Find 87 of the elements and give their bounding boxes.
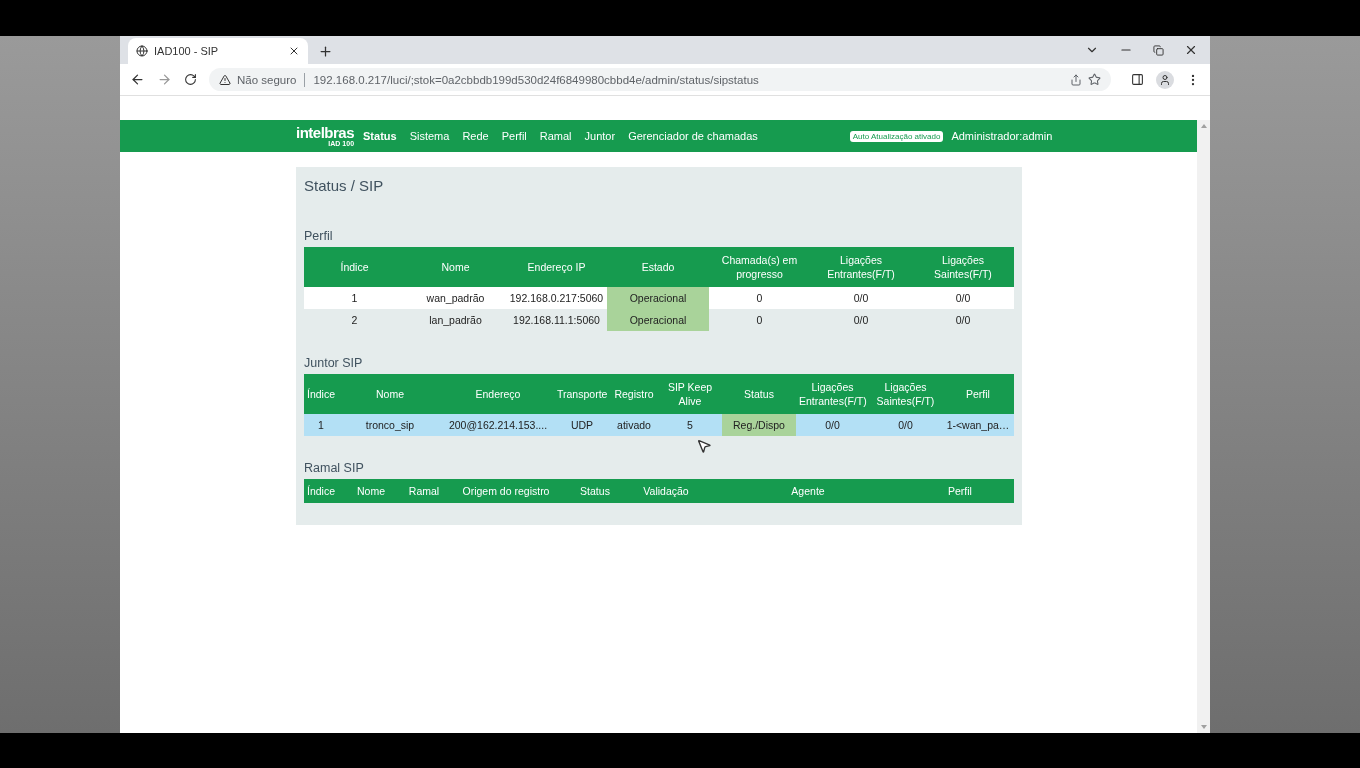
column-header: Perfil [906,479,1014,503]
table-cell: 200@162.214.153.... [442,414,554,436]
profile-button[interactable] [1156,70,1174,89]
reload-icon [184,73,197,86]
table-cell: 192.168.0.217:5060 [506,287,607,309]
restore-button[interactable] [1153,44,1164,56]
column-header: SIP Keep Alive [658,374,722,414]
nav-link[interactable]: Rede [462,130,489,142]
column-header: Endereço [442,374,554,414]
column-header: Chamada(s) em progresso [709,247,810,287]
column-header: Registro [610,374,658,414]
column-header: Estado [607,247,709,287]
table-cell: 0/0 [810,287,912,309]
column-header: Índice [304,374,338,414]
close-tab-button[interactable] [288,45,300,57]
section-title: Juntor SIP [304,356,364,370]
column-header: Nome [405,247,506,287]
table-cell: 192.168.11.1:5060 [506,309,607,331]
status-cell: Operacional [607,309,709,331]
warning-icon [219,73,231,86]
page-title: Status / SIP [304,177,385,194]
nav-link[interactable]: Ramal [539,130,572,142]
share-icon[interactable] [1070,73,1082,86]
logo-text: intelbras [296,125,355,140]
auto-update-badge: Auto Atualização ativado [849,130,944,142]
new-tab-button[interactable] [318,44,333,59]
column-header: Índice [304,479,338,503]
globe-icon [136,45,148,57]
column-header: Ligações Entrantes(F/T) [810,247,912,287]
back-button[interactable] [130,72,145,87]
nav-link[interactable]: Gerenciador de chamadas [628,130,758,142]
column-header: Agente [710,479,906,503]
table-cell: 0/0 [796,414,869,436]
side-panel-icon [1131,73,1144,86]
column-header: Ligações Saintes(F/T) [869,374,942,414]
status-cell: Reg./Dispo [722,414,796,436]
table-cell: 0 [709,287,810,309]
tab-title: IAD100 - SIP [154,45,220,57]
address-bar[interactable]: Não seguro 192.168.0.217/luci/;stok=0a2cbbdb199d530d24f6849980cbbd4e/admin/status/sipstatus [209,68,1111,91]
security-label: Não seguro [237,73,297,86]
reload-button[interactable] [184,73,197,86]
table-cell: tronco_sip [338,414,442,436]
column-header: Ligações Saintes(F/T) [912,247,1014,287]
column-header: Transporte [554,374,610,414]
close-icon [1184,43,1198,57]
column-header: Nome [338,374,442,414]
user-label: Administrador:admin [951,130,1053,142]
section-title: Perfil [304,229,334,243]
table-cell: 0/0 [912,287,1014,309]
table-cell: 5 [658,414,722,436]
person-icon [1159,73,1171,86]
bookmark-star-icon[interactable] [1088,73,1101,86]
table-cell: 0 [709,309,810,331]
column-header: Ramal [404,479,444,503]
table-cell: 1 [304,414,338,436]
column-header: Endereço IP [506,247,607,287]
browser-tab[interactable]: IAD100 - SIP [128,38,308,64]
close-icon [288,45,300,57]
scrollbar[interactable] [1197,120,1210,733]
url-text: 192.168.0.217/luci/;stok=0a2cbbdb199d530d24f6849980cbbd4e/admin/status/sipstatus [313,73,759,86]
column-header: Validação [622,479,710,503]
status-cell: Operacional [607,287,709,309]
nav-link[interactable]: Status [363,130,397,142]
column-header: Ligações Entrantes(F/T) [796,374,869,414]
column-header: Índice [304,247,405,287]
nav-link[interactable]: Sistema [409,130,450,142]
close-button[interactable] [1184,43,1198,57]
table-cell: UDP [554,414,610,436]
mouse-cursor-icon [696,438,712,454]
forward-arrow-icon [157,72,172,87]
side-panel-button[interactable] [1131,73,1144,86]
restore-icon [1153,44,1164,56]
table-cell: 0/0 [869,414,942,436]
table-cell: ativado [610,414,658,436]
table-cell: 1 [304,287,405,309]
forward-button[interactable] [157,72,172,87]
table-cell: wan_padrão [405,287,506,309]
nav-link[interactable]: Juntor [584,130,616,142]
column-header: Perfil [942,374,1014,414]
nav-link[interactable]: Perfil [501,130,527,142]
plus-icon [318,44,333,59]
column-header: Origem do registro [444,479,568,503]
column-header: Status [722,374,796,414]
table-cell: 1-<wan_pa… [942,414,1014,436]
column-header: Status [568,479,622,503]
section-title: Ramal SIP [304,461,365,475]
column-header: Nome [338,479,404,503]
